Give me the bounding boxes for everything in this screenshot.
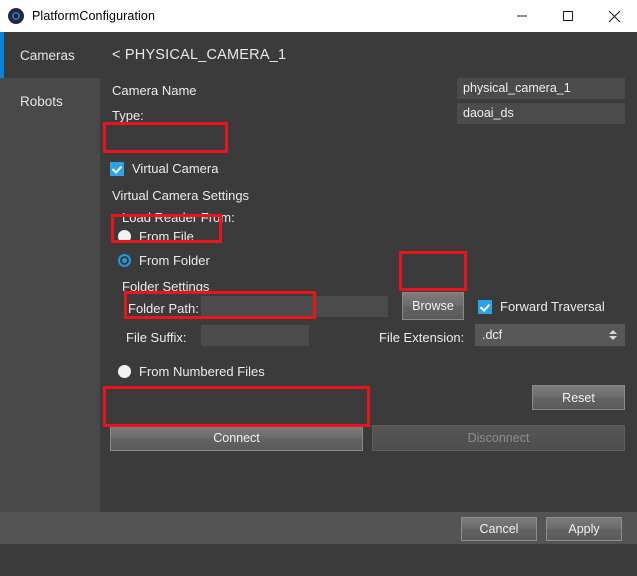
- folder-path-label: Folder Path:: [128, 301, 199, 316]
- file-extension-select[interactable]: .dcf: [475, 324, 625, 346]
- camera-eye-icon: [8, 8, 24, 24]
- file-extension-label: File Extension:: [379, 330, 465, 345]
- folder-settings-label: Folder Settings: [122, 279, 210, 294]
- radio-unselected-icon: [118, 365, 131, 378]
- reset-button-label: Reset: [562, 390, 595, 405]
- file-suffix-label: File Suffix:: [126, 330, 187, 345]
- maximize-button[interactable]: [545, 0, 591, 32]
- main-panel: < PHYSICAL_CAMERA_1 Camera Name Type: Vi…: [100, 32, 637, 544]
- checkbox-checked-icon: [478, 299, 492, 314]
- type-label: Type:: [112, 108, 144, 123]
- spinner-arrows-icon: [609, 330, 617, 340]
- radio-from-numbered-files-label: From Numbered Files: [139, 364, 265, 379]
- reset-button[interactable]: Reset: [532, 385, 625, 410]
- virtual-camera-checkbox[interactable]: Virtual Camera: [110, 161, 218, 176]
- radio-from-numbered-files[interactable]: From Numbered Files: [118, 364, 265, 379]
- load-reader-from-label: Load Reader From:: [122, 210, 235, 225]
- sidebar-item-cameras[interactable]: Cameras: [0, 32, 100, 78]
- radio-selected-icon: [118, 254, 131, 267]
- disconnect-button-label: Disconnect: [467, 431, 530, 445]
- sidebar-item-label: Robots: [20, 93, 63, 109]
- disconnect-button: Disconnect: [372, 425, 625, 451]
- footer-bar: Cancel Apply: [0, 512, 637, 544]
- breadcrumb[interactable]: < PHYSICAL_CAMERA_1: [112, 47, 286, 63]
- sidebar-item-label: Cameras: [20, 47, 75, 63]
- platform-configuration-window: PlatformConfiguration Cameras Robots < P…: [0, 0, 637, 576]
- window-controls: [499, 0, 637, 32]
- browse-button[interactable]: Browse: [402, 292, 464, 320]
- radio-from-file[interactable]: From File: [118, 229, 194, 244]
- close-button[interactable]: [591, 0, 637, 32]
- forward-traversal-label: Forward Traversal: [500, 299, 605, 314]
- camera-name-label: Camera Name: [112, 83, 197, 98]
- radio-from-folder-label: From Folder: [139, 253, 210, 268]
- title-bar: PlatformConfiguration: [0, 0, 637, 33]
- cancel-button-label: Cancel: [479, 522, 519, 536]
- connect-button[interactable]: Connect: [110, 425, 363, 451]
- connect-button-label: Connect: [213, 431, 260, 445]
- file-extension-value: .dcf: [482, 328, 503, 342]
- camera-name-input[interactable]: [457, 78, 625, 99]
- browse-button-label: Browse: [412, 299, 454, 313]
- virtual-camera-settings-label: Virtual Camera Settings: [112, 188, 250, 203]
- radio-from-folder[interactable]: From Folder: [118, 253, 210, 268]
- apply-button-label: Apply: [568, 522, 600, 536]
- file-suffix-input[interactable]: [201, 325, 309, 346]
- folder-path-input[interactable]: [201, 296, 388, 317]
- minimize-button[interactable]: [499, 0, 545, 32]
- checkbox-checked-icon: [110, 161, 124, 176]
- radio-unselected-icon: [118, 230, 131, 243]
- window-body: Cameras Robots < PHYSICAL_CAMERA_1 Camer…: [0, 32, 637, 576]
- cancel-button[interactable]: Cancel: [461, 517, 537, 541]
- virtual-camera-label: Virtual Camera: [132, 161, 219, 176]
- sidebar-item-robots[interactable]: Robots: [0, 78, 100, 124]
- window-title: PlatformConfiguration: [32, 9, 155, 23]
- apply-button[interactable]: Apply: [546, 517, 622, 541]
- radio-from-file-label: From File: [139, 229, 194, 244]
- type-input[interactable]: [457, 103, 625, 124]
- forward-traversal-checkbox[interactable]: Forward Traversal: [478, 299, 605, 314]
- sidebar: Cameras Robots: [0, 32, 100, 544]
